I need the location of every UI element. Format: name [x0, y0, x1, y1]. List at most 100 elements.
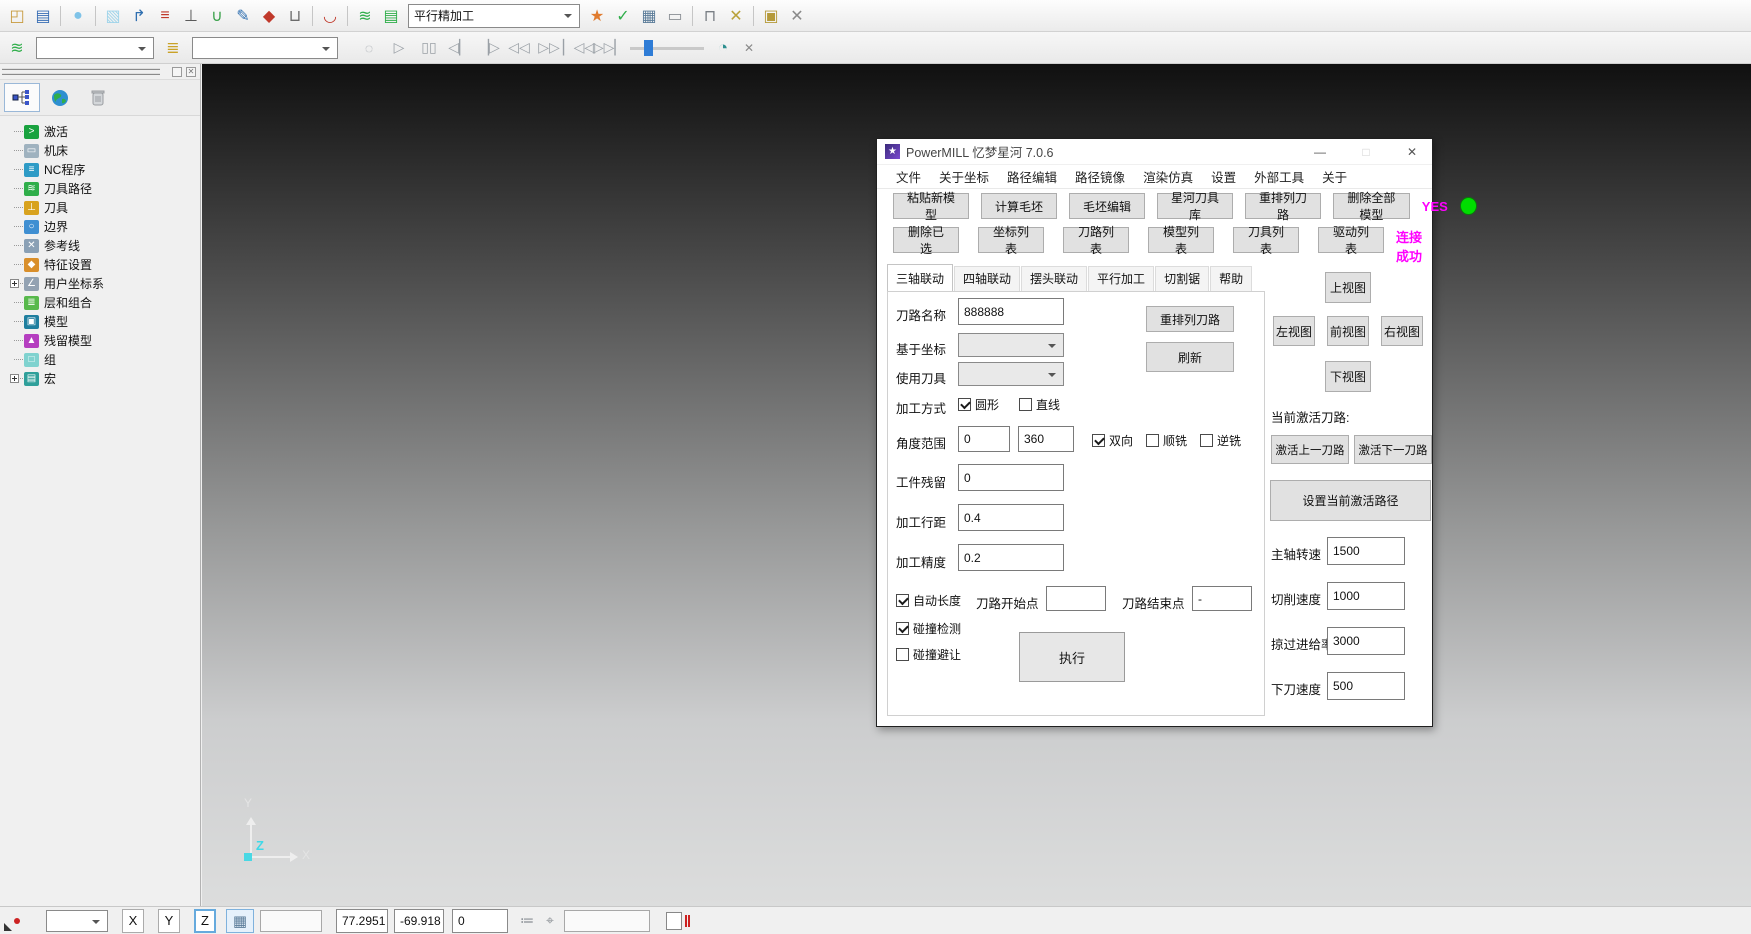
- tree-item[interactable]: ▤ 宏: [10, 369, 200, 388]
- menu-item[interactable]: 渲染仿真: [1134, 167, 1202, 186]
- tree-item[interactable]: ◆ 特征设置: [10, 255, 200, 274]
- dialog-action-button[interactable]: 刀具列表: [1233, 227, 1299, 253]
- conventional-checkbox-row[interactable]: 逆铣: [1200, 432, 1241, 449]
- start-point-input[interactable]: [1046, 586, 1106, 611]
- strategy-select[interactable]: 平行精加工: [408, 4, 580, 28]
- view-right-button[interactable]: 右视图: [1381, 316, 1423, 346]
- close-sim-toolbar-icon[interactable]: ✕: [736, 36, 762, 60]
- parameter-input[interactable]: 3000: [1327, 627, 1405, 655]
- stepover-input[interactable]: 0.4: [958, 504, 1064, 531]
- close-toolbar-icon[interactable]: ✕: [784, 4, 810, 28]
- climb-checkbox-row[interactable]: 顺铣: [1146, 432, 1187, 449]
- coord-y-field[interactable]: -69.918: [394, 909, 444, 933]
- expand-icon[interactable]: [10, 279, 19, 288]
- go-end-icon[interactable]: ▷▷▏: [594, 36, 624, 60]
- line-checkbox-row[interactable]: 直线: [1019, 396, 1060, 413]
- open-file-icon[interactable]: ◰: [4, 4, 30, 28]
- tree-item[interactable]: ▭ 机床: [10, 141, 200, 160]
- menu-item[interactable]: 外部工具: [1245, 167, 1313, 186]
- close-button[interactable]: ✕: [1392, 140, 1432, 164]
- grid-size-input[interactable]: [260, 910, 322, 932]
- dialog-action-button[interactable]: 计算毛坯: [981, 193, 1057, 219]
- separator[interactable]: [343, 4, 352, 28]
- tolerance-input[interactable]: 0.2: [958, 544, 1064, 571]
- dialog-action-button[interactable]: 重排列刀路: [1245, 193, 1321, 219]
- separator[interactable]: [749, 4, 758, 28]
- dialog-action-button[interactable]: 坐标列表: [978, 227, 1044, 253]
- rearrange-toolpath-button[interactable]: 重排列刀路: [1146, 306, 1234, 332]
- toolpath-name-input[interactable]: 888888: [958, 298, 1064, 325]
- dialog-action-button[interactable]: 毛坯编辑: [1069, 193, 1145, 219]
- simulation-speed-slider[interactable]: [630, 36, 704, 60]
- axis-z-button[interactable]: Z: [194, 909, 216, 933]
- dialog-tab[interactable]: 三轴联动: [887, 264, 953, 292]
- step-forward-icon[interactable]: ▕▷: [474, 36, 504, 60]
- parameter-input[interactable]: 1500: [1327, 537, 1405, 565]
- ballnose-tool-icon[interactable]: ⊥: [178, 4, 204, 28]
- dialog-titlebar[interactable]: ★ PowerMILL 忆梦星河 7.0.6 — □ ✕: [877, 139, 1432, 165]
- calculator-icon[interactable]: ▦: [636, 4, 662, 28]
- tree-item[interactable]: ≋ 刀具路径: [10, 179, 200, 198]
- circle-checkbox[interactable]: [958, 398, 971, 411]
- dialog-action-button[interactable]: 星河刀具库: [1157, 193, 1233, 219]
- fast-forward-icon[interactable]: ▷▷: [534, 36, 564, 60]
- dialog-tab[interactable]: 摆头联动: [1021, 266, 1087, 292]
- separator[interactable]: [308, 4, 317, 28]
- leads-links-icon[interactable]: ◡: [317, 4, 343, 28]
- view-left-button[interactable]: 左视图: [1273, 316, 1315, 346]
- tree-item[interactable]: ▲ 残留模型: [10, 331, 200, 350]
- transform-icon[interactable]: ✕: [723, 4, 749, 28]
- menu-item[interactable]: 路径编辑: [998, 167, 1066, 186]
- block-icon[interactable]: ▧: [100, 4, 126, 28]
- tree-item[interactable]: ▣ 模型: [10, 312, 200, 331]
- strategy-list-icon[interactable]: ▤: [378, 4, 404, 28]
- grid-toggle-button[interactable]: ▦: [226, 909, 254, 933]
- sim-tool-select[interactable]: [192, 37, 338, 59]
- tree-item[interactable]: > 激活: [10, 122, 200, 141]
- dialog-action-button[interactable]: 删除全部模型: [1333, 193, 1410, 219]
- toolpath-logo-icon[interactable]: ≋: [352, 4, 378, 28]
- tool-database-icon[interactable]: ⊔: [282, 4, 308, 28]
- view-bottom-button[interactable]: 下视图: [1325, 361, 1371, 392]
- menu-item[interactable]: 设置: [1202, 167, 1245, 186]
- collision-check-icon[interactable]: ∪: [204, 4, 230, 28]
- bidirectional-checkbox-row[interactable]: 双向: [1092, 432, 1133, 449]
- light-icon[interactable]: ◌: [354, 36, 384, 60]
- clipboard-monitor-icon[interactable]: [666, 912, 682, 930]
- dialog-tab[interactable]: 四轴联动: [954, 266, 1020, 292]
- conventional-checkbox[interactable]: [1200, 434, 1213, 447]
- tool-pair-icon[interactable]: ⊓: [697, 4, 723, 28]
- expand-icon[interactable]: [10, 374, 19, 383]
- dialog-action-button[interactable]: 模型列表: [1148, 227, 1214, 253]
- play-icon[interactable]: ▷: [384, 36, 414, 60]
- menu-item[interactable]: 文件: [887, 167, 930, 186]
- ruler-icon[interactable]: ▭: [662, 4, 688, 28]
- tab-explorer-trash[interactable]: [80, 83, 116, 112]
- dialog-action-button[interactable]: 删除已选: [893, 227, 959, 253]
- tab-explorer-tree[interactable]: [4, 83, 40, 112]
- tree-item[interactable]: ✕ 参考线: [10, 236, 200, 255]
- axis-y-button[interactable]: Y: [158, 909, 180, 933]
- separator[interactable]: [91, 4, 100, 28]
- menu-item[interactable]: 路径镜像: [1066, 167, 1134, 186]
- coord-x-field[interactable]: 77.2951: [336, 909, 388, 933]
- activate-next-toolpath-button[interactable]: 激活下一刀路: [1354, 435, 1432, 464]
- save-icon[interactable]: ▤: [30, 4, 56, 28]
- parameter-input[interactable]: 500: [1327, 672, 1405, 700]
- tool-check-icon[interactable]: ✓: [610, 4, 636, 28]
- axis-x-button[interactable]: X: [122, 909, 144, 933]
- menu-item[interactable]: 关于坐标: [930, 167, 998, 186]
- dialog-action-button[interactable]: 刀路列表: [1063, 227, 1129, 253]
- view-top-button[interactable]: 上视图: [1325, 272, 1371, 303]
- step-back-icon[interactable]: ◁▏: [444, 36, 474, 60]
- shaded-ball-icon[interactable]: ●: [65, 4, 91, 28]
- execute-button[interactable]: 执行: [1019, 632, 1125, 682]
- bidirectional-checkbox[interactable]: [1092, 434, 1105, 447]
- pattern-icon[interactable]: ◆: [256, 4, 282, 28]
- separator[interactable]: [688, 4, 697, 28]
- stock-model-icon[interactable]: ≡: [152, 4, 178, 28]
- sim-toolpath-select[interactable]: [36, 37, 154, 59]
- go-start-icon[interactable]: ▏◁◁: [564, 36, 594, 60]
- coord-z-field[interactable]: 0: [452, 909, 508, 933]
- rewind-icon[interactable]: ◁◁: [504, 36, 534, 60]
